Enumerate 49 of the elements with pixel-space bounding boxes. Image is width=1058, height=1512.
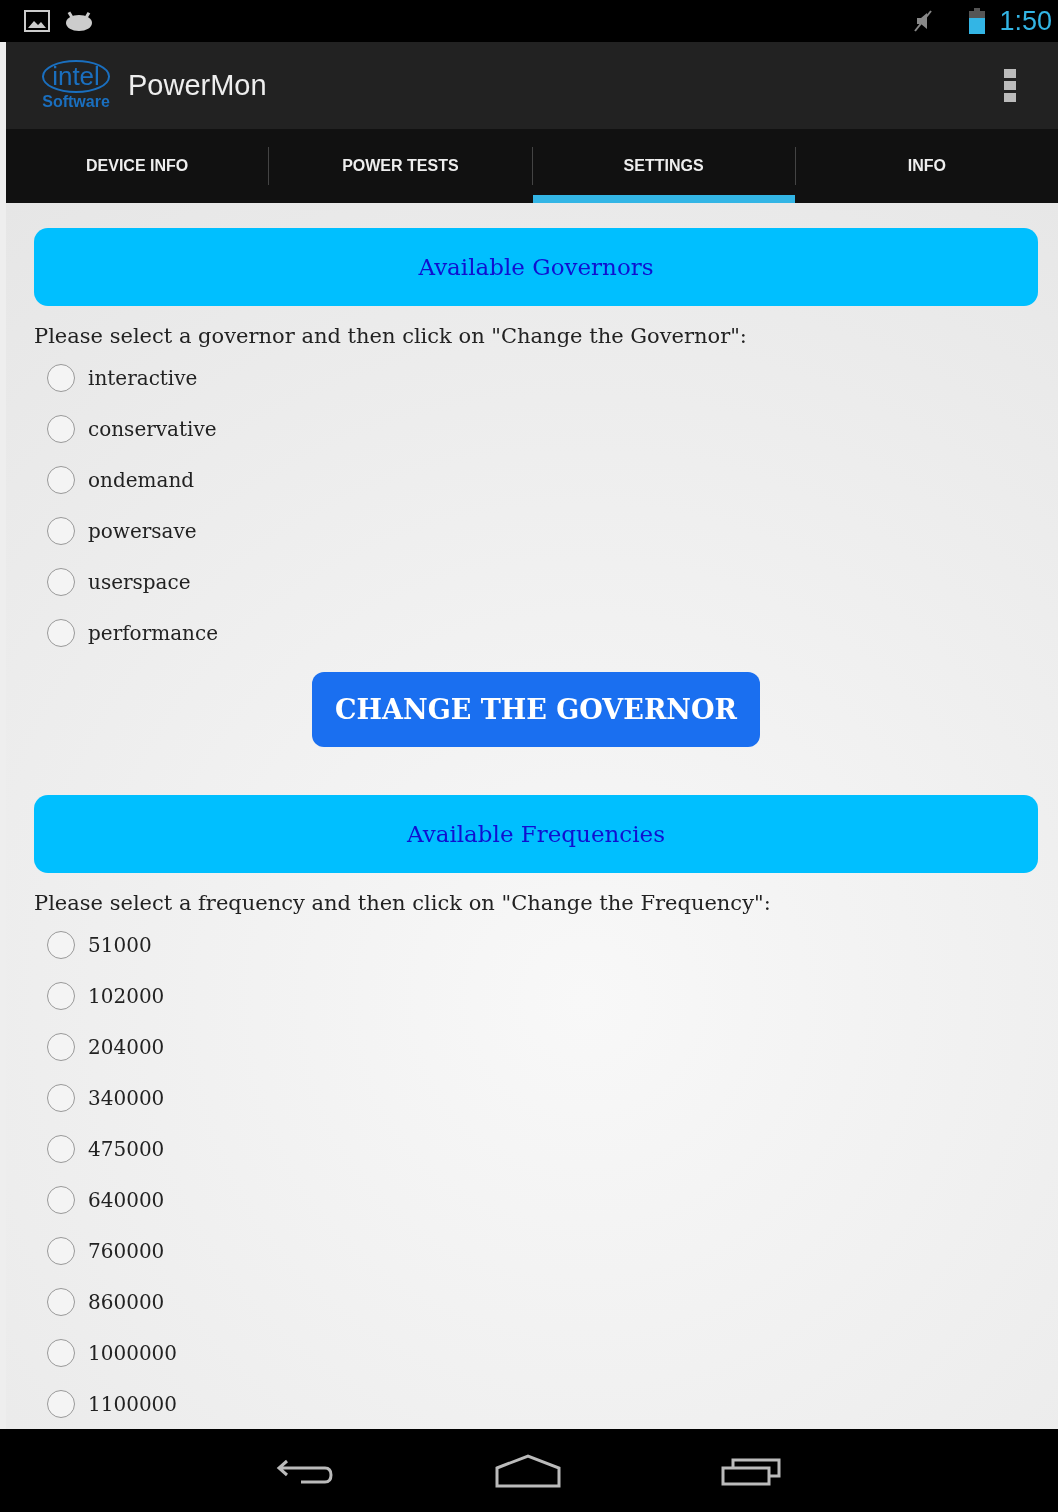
radio-option[interactable]: 475000 (34, 1123, 1038, 1175)
radio-option[interactable]: 640000 (34, 1174, 1038, 1226)
overflow-menu-icon[interactable] (1004, 68, 1016, 103)
radio-button[interactable] (47, 1032, 75, 1061)
app-title: PowerMon (128, 69, 267, 102)
radio-option[interactable]: 860000 (34, 1276, 1038, 1328)
logo-subtext: Software (42, 92, 110, 111)
radio-button[interactable] (47, 1236, 75, 1265)
radio-option[interactable]: userspace (34, 556, 1038, 608)
radio-button[interactable] (47, 516, 75, 545)
radio-button[interactable] (47, 567, 75, 596)
radio-button[interactable] (47, 930, 75, 959)
radio-option[interactable]: ondemand (34, 454, 1038, 506)
android-icon (64, 11, 94, 32)
section-header: Available Governors (34, 228, 1038, 307)
radio-option[interactable]: 204000 (34, 1021, 1038, 1073)
radio-button[interactable] (47, 1083, 75, 1112)
picture-icon (24, 10, 50, 33)
section-header: Available Frequencies (34, 795, 1038, 874)
home-icon[interactable] (495, 1453, 561, 1488)
radio-option[interactable]: performance (34, 607, 1038, 659)
tab[interactable]: POWER TESTS (269, 128, 532, 204)
radio-option[interactable]: 1000000 (34, 1327, 1038, 1379)
instruction-text: Please select a frequency and then click on "Change the Frequency": (34, 891, 772, 916)
radio-option[interactable]: 51000 (34, 919, 1038, 971)
radio-button[interactable] (47, 363, 75, 392)
change-governor-button[interactable]: CHANGE THE GOVERNOR (312, 672, 760, 748)
radio-option[interactable]: 760000 (34, 1225, 1038, 1277)
radio-option[interactable]: 102000 (34, 970, 1038, 1022)
radio-button[interactable] (47, 1389, 75, 1418)
radio-option[interactable]: powersave (34, 505, 1038, 557)
radio-button[interactable] (47, 1338, 75, 1367)
radio-option[interactable]: interactive (34, 352, 1038, 404)
instruction-text: Please select a governor and then click on "Change the Governor": (34, 324, 748, 349)
logo-text: intel (42, 60, 110, 93)
clock: 1:50 (999, 5, 1052, 37)
radio-option[interactable]: conservative (34, 403, 1038, 455)
radio-button[interactable] (47, 981, 75, 1010)
battery-icon (969, 8, 986, 35)
radio-button[interactable] (47, 1185, 75, 1214)
radio-button[interactable] (47, 465, 75, 494)
radio-button[interactable] (47, 1287, 75, 1316)
radio-option[interactable]: 1100000 (34, 1378, 1038, 1430)
radio-option[interactable]: 340000 (34, 1072, 1038, 1124)
radio-button[interactable] (47, 414, 75, 443)
tab[interactable]: INFO (795, 128, 1058, 204)
radio-button[interactable] (47, 1134, 75, 1163)
radio-button[interactable] (47, 618, 75, 647)
tab[interactable]: DEVICE INFO (6, 128, 269, 204)
